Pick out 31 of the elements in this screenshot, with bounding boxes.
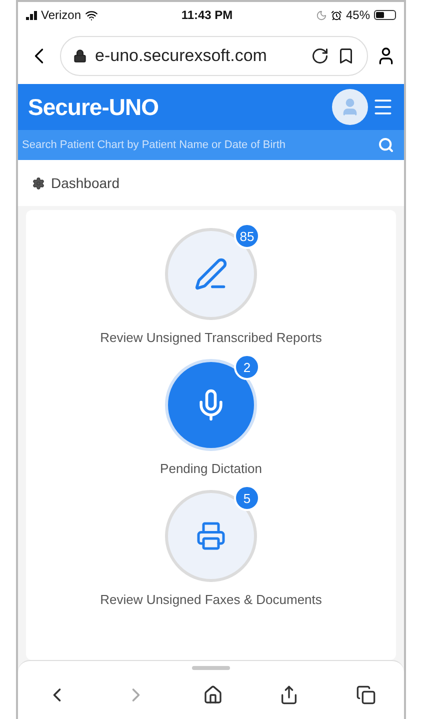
pen-icon <box>194 257 228 291</box>
wifi-icon <box>85 8 98 22</box>
carrier-name: Verizon <box>41 8 82 22</box>
address-field[interactable]: e-uno.securexsoft.com <box>60 36 368 76</box>
battery-percent: 45% <box>346 8 370 22</box>
tile-label: Pending Dictation <box>160 461 262 476</box>
breadcrumb-label[interactable]: Dashboard <box>51 175 120 191</box>
tabs-icon <box>356 684 376 704</box>
search-field[interactable]: Search Patient Chart by Patient Name or Date of Birth <box>18 130 368 160</box>
search-icon <box>378 137 394 153</box>
count-badge: 2 <box>234 354 260 380</box>
moon-icon <box>316 10 327 20</box>
app-logo: Secure-UNO <box>28 94 158 120</box>
tile-label: Review Unsigned Faxes & Documents <box>100 592 322 607</box>
reload-icon[interactable] <box>311 47 329 65</box>
gear-icon <box>32 176 45 190</box>
avatar-button[interactable] <box>332 89 368 125</box>
drag-handle[interactable] <box>192 666 230 670</box>
search-button[interactable] <box>368 130 404 160</box>
count-badge: 85 <box>234 223 260 249</box>
signal-icon <box>26 10 37 20</box>
tile-label: Review Unsigned Transcribed Reports <box>100 330 322 345</box>
count-badge: 5 <box>234 485 260 511</box>
share-icon <box>279 684 300 704</box>
printer-icon <box>196 521 226 551</box>
home-icon <box>202 684 223 704</box>
lock-icon <box>73 49 87 63</box>
bookmark-icon[interactable] <box>337 47 355 65</box>
battery-icon <box>374 10 396 20</box>
clock-time: 11:43 PM <box>181 8 233 22</box>
alarm-icon <box>330 10 342 20</box>
